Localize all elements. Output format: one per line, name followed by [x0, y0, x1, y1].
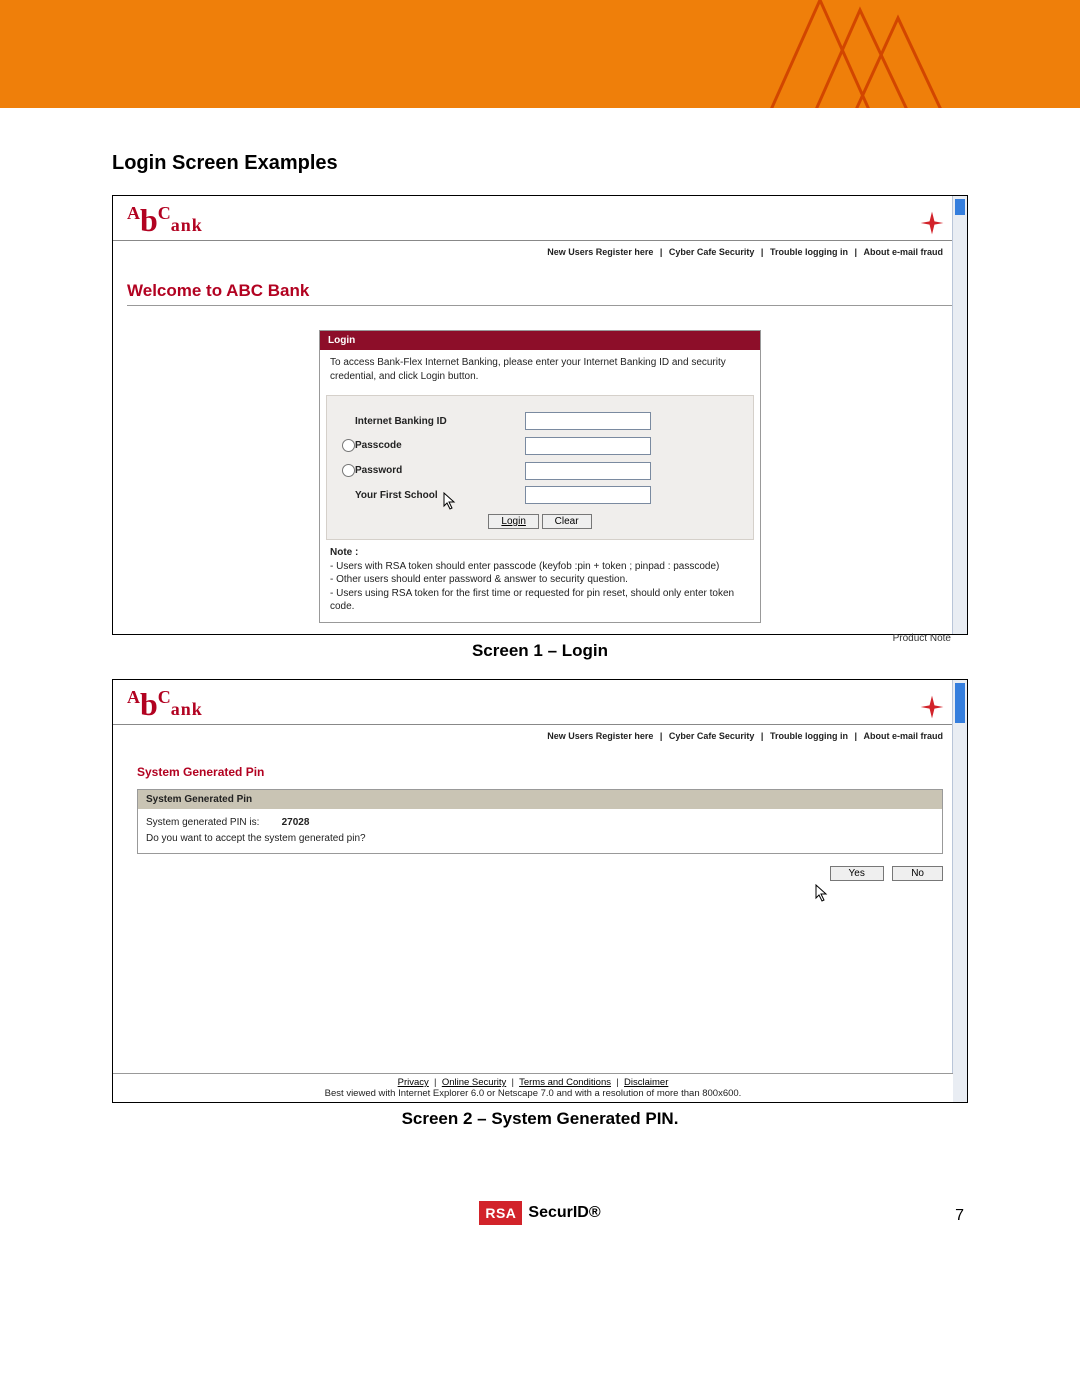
- link-email-fraud[interactable]: About e-mail fraud: [859, 731, 947, 741]
- system-pin-text1: System generated PIN is:: [146, 817, 259, 828]
- page-footer-links: Privacy | Online Security | Terms and Co…: [113, 1073, 953, 1102]
- system-pin-text2: Do you want to accept the system generat…: [146, 833, 366, 844]
- system-pin-value: 27028: [282, 817, 310, 828]
- label-ibid: Internet Banking ID: [355, 416, 525, 427]
- label-school: Your First School: [355, 490, 525, 501]
- input-passcode[interactable]: [525, 437, 651, 455]
- label-password: Password: [355, 465, 525, 476]
- label-passcode: Passcode: [355, 440, 525, 451]
- system-pin-panel: System Generated Pin System generated PI…: [137, 789, 943, 854]
- input-school[interactable]: [525, 486, 651, 504]
- header-mountain-graphic: [750, 0, 950, 108]
- caption-2: Screen 2 – System Generated PIN.: [112, 1109, 968, 1129]
- system-pin-title: System Generated Pin: [137, 765, 943, 789]
- scrollbar[interactable]: [952, 680, 967, 1102]
- link-cyber-cafe[interactable]: Cyber Cafe Security: [665, 247, 759, 257]
- page-number: 7: [955, 1207, 964, 1225]
- screenshot-login: AbCank New Users Register here | Cyber C…: [112, 195, 968, 635]
- link-new-users[interactable]: New Users Register here: [543, 731, 657, 741]
- link-terms[interactable]: Terms and Conditions: [519, 1077, 611, 1088]
- divider: [127, 305, 953, 306]
- login-panel-header: Login: [320, 331, 760, 350]
- clear-button[interactable]: Clear: [542, 514, 592, 529]
- link-security[interactable]: Online Security: [442, 1077, 506, 1088]
- login-blurb: To access Bank-Flex Internet Banking, pl…: [320, 350, 760, 389]
- welcome-heading: Welcome to ABC Bank: [113, 281, 967, 305]
- link-trouble[interactable]: Trouble logging in: [766, 731, 852, 741]
- section-title: Login Screen Examples: [112, 152, 968, 175]
- system-pin-header: System Generated Pin: [138, 790, 942, 809]
- input-password[interactable]: [525, 462, 651, 480]
- star-icon: [919, 694, 945, 720]
- link-email-fraud[interactable]: About e-mail fraud: [859, 247, 947, 257]
- top-links: New Users Register here | Cyber Cafe Sec…: [113, 240, 967, 281]
- cursor-icon: [815, 884, 829, 904]
- link-cyber-cafe[interactable]: Cyber Cafe Security: [665, 731, 759, 741]
- radio-password[interactable]: [342, 464, 355, 477]
- link-trouble[interactable]: Trouble logging in: [766, 247, 852, 257]
- login-notes: Note : - Users with RSA token should ent…: [320, 546, 760, 622]
- rsa-securid-logo: RSA SecurID®: [479, 1201, 600, 1225]
- link-privacy[interactable]: Privacy: [398, 1077, 429, 1088]
- link-new-users[interactable]: New Users Register here: [543, 247, 657, 257]
- no-button[interactable]: No: [892, 866, 943, 881]
- page-header-band: [0, 0, 1080, 108]
- yes-button[interactable]: Yes: [830, 866, 884, 881]
- login-button[interactable]: Login: [488, 514, 538, 529]
- abc-bank-logo: AbCank: [127, 688, 203, 720]
- scrollbar[interactable]: [952, 196, 967, 634]
- screenshot-pin: AbCank New Users Register here | Cyber C…: [112, 679, 968, 1103]
- link-disclaimer[interactable]: Disclaimer: [624, 1077, 668, 1088]
- product-note-link[interactable]: Product Note: [113, 631, 967, 684]
- radio-passcode[interactable]: [342, 439, 355, 452]
- input-ibid[interactable]: [525, 412, 651, 430]
- star-icon: [919, 210, 945, 236]
- login-panel: Login To access Bank-Flex Internet Banki…: [319, 330, 761, 623]
- abc-bank-logo: AbCank: [127, 204, 203, 236]
- top-links: New Users Register here | Cyber Cafe Sec…: [113, 724, 967, 765]
